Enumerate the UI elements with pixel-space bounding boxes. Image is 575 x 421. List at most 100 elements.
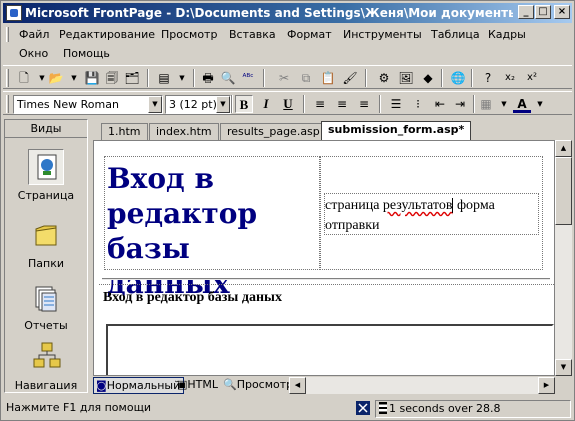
toolbar-separator bbox=[441, 69, 443, 87]
font-color-icon[interactable]: A bbox=[513, 95, 531, 113]
copy-icon[interactable]: ⧉ bbox=[297, 69, 315, 87]
menu-window[interactable]: Окно bbox=[15, 45, 52, 62]
scroll-down-icon[interactable]: ▼ bbox=[555, 359, 572, 376]
caption-misspelled-word[interactable]: результатов bbox=[383, 198, 453, 213]
underline-button[interactable]: U bbox=[279, 95, 297, 113]
font-name-combo[interactable]: Times New Roman ▼ bbox=[13, 95, 163, 114]
toolbar-grip[interactable] bbox=[6, 69, 9, 87]
vertical-scrollbar[interactable]: ▲ ▼ bbox=[555, 140, 572, 376]
open-dropdown-icon[interactable]: ▼ bbox=[65, 69, 83, 87]
print-preview-icon[interactable]: 🔍 bbox=[219, 69, 237, 87]
increase-indent-icon[interactable]: ⇥ bbox=[451, 95, 469, 113]
help-icon[interactable]: ? bbox=[479, 69, 497, 87]
maximize-button[interactable]: □ bbox=[535, 5, 551, 19]
new-page-icon[interactable]: 🗋 bbox=[15, 69, 33, 87]
publish-web-icon[interactable]: 🗐 bbox=[103, 69, 121, 87]
title-bar[interactable]: Microsoft FrontPage - D:\Documents and S… bbox=[3, 3, 572, 23]
font-dropdown-arrow-icon[interactable]: ▼ bbox=[148, 96, 162, 113]
align-left-icon[interactable]: ≡ bbox=[311, 95, 329, 113]
align-center-icon[interactable]: ≡ bbox=[333, 95, 351, 113]
decrease-indent-icon[interactable]: ⇤ bbox=[431, 95, 449, 113]
superscript-icon[interactable]: x² bbox=[523, 69, 541, 87]
horizontal-scrollbar[interactable]: ◀ ▶ bbox=[289, 377, 555, 394]
save-icon[interactable]: 💾 bbox=[83, 69, 101, 87]
menu-view[interactable]: Просмотр bbox=[157, 26, 221, 43]
scroll-up-icon[interactable]: ▲ bbox=[555, 140, 572, 157]
align-right-icon[interactable]: ≡ bbox=[355, 95, 373, 113]
views-dropdown-icon[interactable]: ▼ bbox=[173, 69, 191, 87]
borders-icon[interactable]: ▦ bbox=[477, 95, 495, 113]
status-modem-icon bbox=[353, 400, 373, 418]
bold-button[interactable]: B bbox=[235, 95, 253, 113]
spelling-icon[interactable]: ᴬᴮᶜ bbox=[239, 69, 257, 87]
borders-dropdown-icon[interactable]: ▼ bbox=[495, 95, 513, 113]
page-editor[interactable]: Вход в редактор базы данных страница рез… bbox=[93, 140, 555, 376]
open-folder-icon[interactable]: 📂 bbox=[47, 69, 65, 87]
numbering-icon[interactable]: ☰ bbox=[387, 95, 405, 113]
menu-format[interactable]: Формат bbox=[283, 26, 336, 43]
subscript-icon[interactable]: x₂ bbox=[501, 69, 519, 87]
menu-table[interactable]: Таблица bbox=[427, 26, 484, 43]
mode-preview-tab[interactable]: 🔍Просмотр bbox=[221, 377, 296, 394]
drawing-icon[interactable]: ◆ bbox=[419, 69, 437, 87]
form-subtitle[interactable]: Вход в редактор базы даных bbox=[103, 290, 282, 306]
minimize-button[interactable]: _ bbox=[518, 5, 534, 19]
mode-preview-label: Просмотр bbox=[236, 378, 294, 391]
view-folders[interactable]: Папки bbox=[6, 217, 86, 270]
font-size-combo[interactable]: 3 (12 pt) ▼ bbox=[165, 95, 231, 114]
bullets-icon[interactable]: ⁝ bbox=[409, 95, 427, 113]
close-button[interactable]: × bbox=[554, 5, 570, 19]
print-icon[interactable]: 🖶 bbox=[199, 69, 217, 87]
tab-1-htm[interactable]: 1.htm bbox=[101, 123, 148, 140]
document-tabs: 1.htm index.htm results_page.asp submiss… bbox=[93, 121, 572, 140]
mode-normal-label: Нормальный bbox=[106, 379, 181, 392]
mode-html-label: HTML bbox=[187, 378, 219, 391]
scroll-thumb[interactable] bbox=[555, 157, 572, 225]
cut-icon[interactable]: ✂ bbox=[275, 69, 293, 87]
menu-frames[interactable]: Кадры bbox=[484, 26, 530, 43]
scroll-right-icon[interactable]: ▶ bbox=[538, 377, 555, 394]
mode-html-tab[interactable]: ▣HTML bbox=[175, 377, 221, 394]
size-dropdown-arrow-icon[interactable]: ▼ bbox=[216, 96, 230, 113]
toolbar-separator bbox=[147, 69, 149, 87]
folder-list-icon[interactable]: 🗂 bbox=[123, 69, 141, 87]
status-bar: Нажмите F1 для помощи 1 seconds over 28.… bbox=[3, 399, 572, 419]
navigation-view-icon bbox=[28, 339, 64, 375]
toolbar-separator bbox=[379, 95, 381, 113]
menu-insert[interactable]: Вставка bbox=[225, 26, 280, 43]
menubar-grip[interactable] bbox=[6, 27, 9, 42]
italic-button[interactable]: I bbox=[257, 95, 275, 113]
insert-picture-icon[interactable]: 🖼 bbox=[397, 69, 415, 87]
toolbar-grip[interactable] bbox=[6, 95, 9, 113]
menu-help[interactable]: Помощь bbox=[59, 45, 114, 62]
caption-text[interactable]: страница результатов форма отправки bbox=[325, 196, 545, 236]
hyperlink-globe-icon[interactable]: 🌐 bbox=[449, 69, 467, 87]
view-reports[interactable]: Отчеты bbox=[6, 279, 86, 332]
view-navigation-label: Навигация bbox=[14, 379, 78, 389]
views-header: Виды bbox=[5, 120, 87, 138]
tab-index-htm[interactable]: index.htm bbox=[149, 123, 219, 140]
view-page[interactable]: Страница bbox=[6, 149, 86, 202]
paste-icon[interactable]: 📋 bbox=[319, 69, 337, 87]
view-navigation[interactable]: Навигация bbox=[6, 339, 86, 389]
insert-component-icon[interactable]: ⚙ bbox=[375, 69, 393, 87]
views-bar-icon[interactable]: ▤ bbox=[155, 69, 173, 87]
font-color-dropdown-icon[interactable]: ▼ bbox=[531, 95, 549, 113]
scroll-left-icon[interactable]: ◀ bbox=[289, 377, 306, 394]
menu-tools[interactable]: Инструменты bbox=[339, 26, 426, 43]
view-folders-label: Папки bbox=[28, 257, 64, 270]
mode-normal-tab[interactable]: ◙Нормальный bbox=[93, 377, 185, 394]
page-heading[interactable]: Вход в редактор базы данных bbox=[107, 161, 307, 301]
frontpage-app-icon[interactable] bbox=[6, 5, 22, 21]
frontpage-window: Microsoft FrontPage - D:\Documents and S… bbox=[0, 0, 575, 421]
reports-view-icon bbox=[28, 279, 64, 315]
form-textarea[interactable] bbox=[106, 324, 554, 375]
format-painter-icon[interactable]: 🖌 bbox=[341, 69, 359, 87]
window-title: Microsoft FrontPage - D:\Documents and S… bbox=[25, 6, 513, 20]
tab-results-page[interactable]: results_page.asp bbox=[220, 123, 327, 140]
toolbar-separator bbox=[193, 69, 195, 87]
menu-file[interactable]: Файл bbox=[15, 26, 53, 43]
toolbar-separator bbox=[303, 95, 305, 113]
menu-edit[interactable]: Редактирование bbox=[55, 26, 159, 43]
tab-submission-form[interactable]: submission_form.asp* bbox=[321, 121, 472, 140]
